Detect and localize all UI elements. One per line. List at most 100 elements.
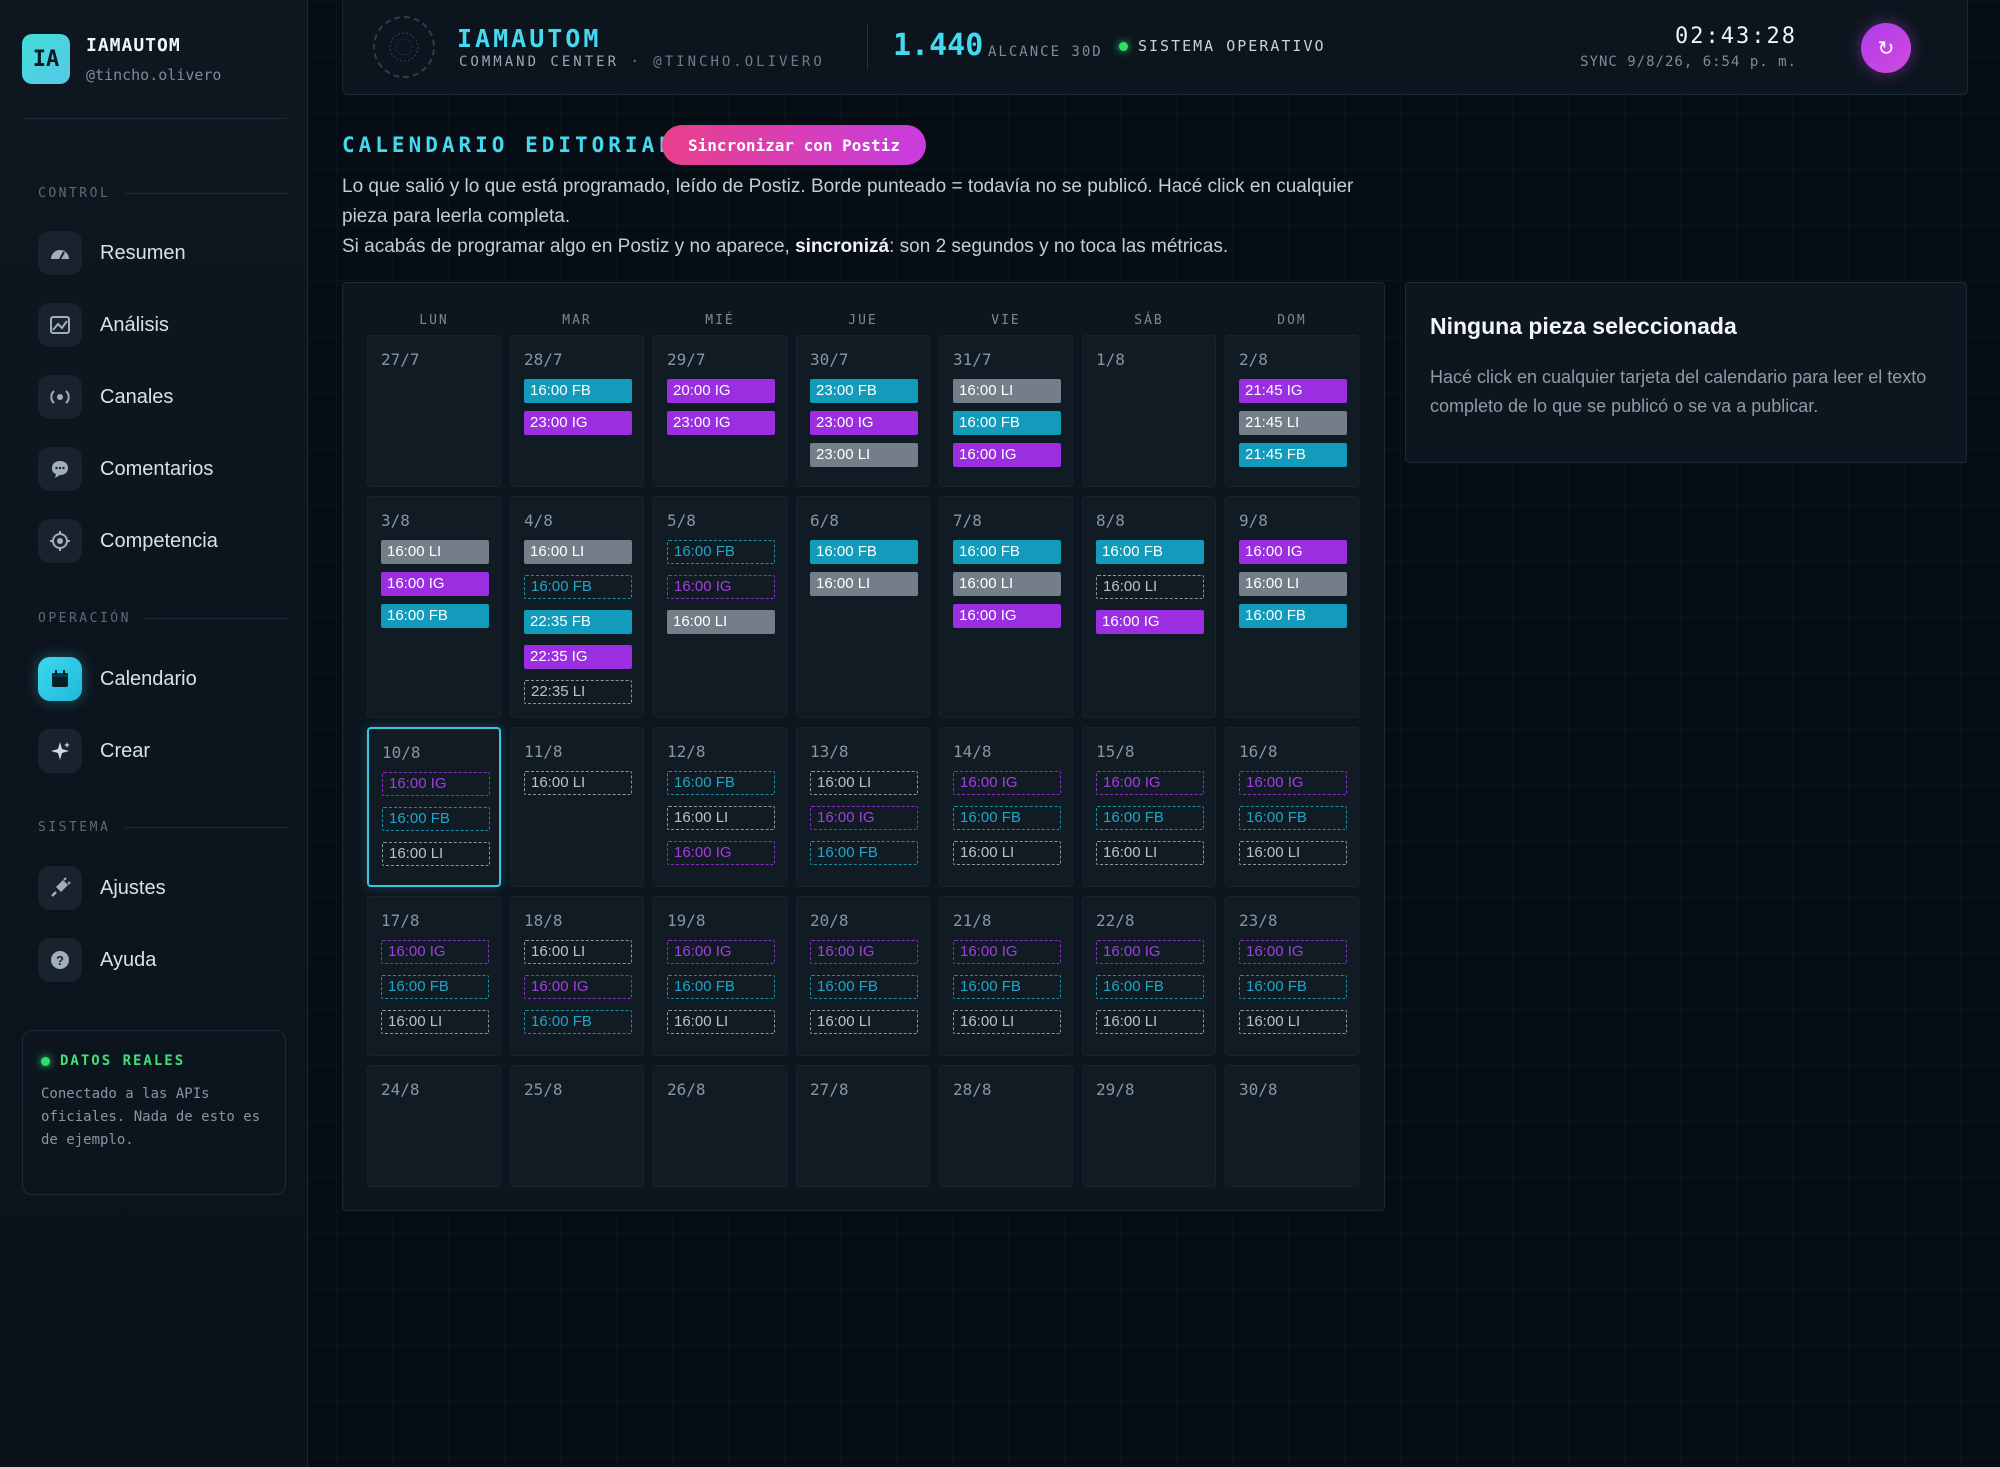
calendar-day[interactable]: 9/8 16:00 IG 16:00 LI 16:00 FB — [1225, 496, 1359, 718]
calendar-day[interactable]: 2/8 21:45 IG 21:45 LI 21:45 FB — [1225, 335, 1359, 487]
post-chip-li[interactable]: 16:00 LI — [953, 1010, 1061, 1034]
post-chip-fb[interactable]: 23:00 FB — [810, 379, 918, 403]
post-chip-ig[interactable]: 16:00 IG — [1096, 610, 1204, 634]
sync-postiz-button[interactable]: Sincronizar con Postiz — [662, 125, 926, 165]
post-chip-ig[interactable]: 16:00 IG — [953, 940, 1061, 964]
post-chip-li[interactable]: 16:00 LI — [1239, 572, 1347, 596]
post-chip-li[interactable]: 22:35 LI — [524, 680, 632, 704]
sidebar-item-analisis[interactable]: Análisis — [38, 302, 278, 348]
post-chip-li[interactable]: 16:00 LI — [382, 842, 490, 866]
post-chip-ig[interactable]: 16:00 IG — [953, 443, 1061, 467]
post-chip-li[interactable]: 21:45 LI — [1239, 411, 1347, 435]
post-chip-fb[interactable]: 22:35 FB — [524, 610, 632, 634]
sidebar-item-crear[interactable]: Crear — [38, 728, 278, 774]
post-chip-ig[interactable]: 16:00 IG — [810, 940, 918, 964]
post-chip-li[interactable]: 16:00 LI — [524, 771, 632, 795]
calendar-day[interactable]: 30/7 23:00 FB 23:00 IG 23:00 LI — [796, 335, 930, 487]
post-chip-li[interactable]: 16:00 LI — [1096, 575, 1204, 599]
post-chip-li[interactable]: 16:00 LI — [953, 841, 1061, 865]
calendar-day[interactable]: 19/8 16:00 IG 16:00 FB 16:00 LI — [653, 896, 787, 1056]
calendar-day[interactable]: 12/8 16:00 FB 16:00 LI 16:00 IG — [653, 727, 787, 887]
post-chip-fb[interactable]: 16:00 FB — [667, 975, 775, 999]
post-chip-ig[interactable]: 16:00 IG — [953, 604, 1061, 628]
post-chip-ig[interactable]: 16:00 IG — [1239, 940, 1347, 964]
post-chip-li[interactable]: 16:00 LI — [1239, 1010, 1347, 1034]
calendar-day[interactable]: 6/8 16:00 FB 16:00 LI — [796, 496, 930, 718]
sidebar-item-canales[interactable]: Canales — [38, 374, 278, 420]
post-chip-fb[interactable]: 16:00 FB — [953, 411, 1061, 435]
post-chip-li[interactable]: 16:00 LI — [381, 540, 489, 564]
post-chip-ig[interactable]: 20:00 IG — [667, 379, 775, 403]
post-chip-ig[interactable]: 16:00 IG — [667, 575, 775, 599]
post-chip-fb[interactable]: 16:00 FB — [810, 975, 918, 999]
post-chip-fb[interactable]: 21:45 FB — [1239, 443, 1347, 467]
post-chip-fb[interactable]: 16:00 FB — [810, 841, 918, 865]
post-chip-li[interactable]: 16:00 LI — [524, 940, 632, 964]
calendar-day[interactable]: 20/8 16:00 IG 16:00 FB 16:00 LI — [796, 896, 930, 1056]
brand[interactable]: IA IAMAUTOM @tincho.olivero — [22, 34, 221, 84]
calendar-day[interactable]: 30/8 — [1225, 1065, 1359, 1187]
calendar-day[interactable]: 13/8 16:00 LI 16:00 IG 16:00 FB — [796, 727, 930, 887]
post-chip-fb[interactable]: 16:00 FB — [953, 975, 1061, 999]
post-chip-fb[interactable]: 16:00 FB — [524, 1010, 632, 1034]
calendar-day[interactable]: 28/8 — [939, 1065, 1073, 1187]
calendar-day[interactable]: 23/8 16:00 IG 16:00 FB 16:00 LI — [1225, 896, 1359, 1056]
post-chip-fb[interactable]: 16:00 FB — [1096, 975, 1204, 999]
calendar-day[interactable]: 31/7 16:00 LI 16:00 FB 16:00 IG — [939, 335, 1073, 487]
calendar-day[interactable]: 4/8 16:00 LI 16:00 FB 22:35 FB 22:35 IG 22:35… — [510, 496, 644, 718]
post-chip-ig[interactable]: 16:00 IG — [810, 806, 918, 830]
post-chip-ig[interactable]: 23:00 IG — [810, 411, 918, 435]
calendar-day[interactable]: 17/8 16:00 IG 16:00 FB 16:00 LI — [367, 896, 501, 1056]
calendar-day[interactable]: 27/7 — [367, 335, 501, 487]
calendar-day[interactable]: 27/8 — [796, 1065, 930, 1187]
post-chip-ig[interactable]: 16:00 IG — [667, 940, 775, 964]
calendar-day[interactable]: 1/8 — [1082, 335, 1216, 487]
calendar-day[interactable]: 29/7 20:00 IG 23:00 IG — [653, 335, 787, 487]
post-chip-ig[interactable]: 16:00 IG — [381, 572, 489, 596]
post-chip-li[interactable]: 16:00 LI — [810, 572, 918, 596]
sidebar-item-resumen[interactable]: Resumen — [38, 230, 278, 276]
post-chip-li[interactable]: 16:00 LI — [524, 540, 632, 564]
post-chip-ig[interactable]: 23:00 IG — [667, 411, 775, 435]
post-chip-ig[interactable]: 16:00 IG — [1239, 540, 1347, 564]
post-chip-ig[interactable]: 16:00 IG — [667, 841, 775, 865]
calendar-day[interactable]: 14/8 16:00 IG 16:00 FB 16:00 LI — [939, 727, 1073, 887]
post-chip-li[interactable]: 16:00 LI — [1096, 1010, 1204, 1034]
post-chip-ig[interactable]: 16:00 IG — [953, 771, 1061, 795]
calendar-day[interactable]: 5/8 16:00 FB 16:00 IG 16:00 LI — [653, 496, 787, 718]
post-chip-fb[interactable]: 16:00 FB — [1096, 540, 1204, 564]
calendar-day-today[interactable]: 10/8 16:00 IG 16:00 FB 16:00 LI — [367, 727, 501, 887]
calendar-day[interactable]: 22/8 16:00 IG 16:00 FB 16:00 LI — [1082, 896, 1216, 1056]
post-chip-ig[interactable]: 23:00 IG — [524, 411, 632, 435]
calendar-day[interactable]: 25/8 — [510, 1065, 644, 1187]
refresh-button[interactable]: ↻ — [1861, 23, 1911, 73]
sidebar-item-calendario[interactable]: Calendario — [38, 656, 278, 702]
post-chip-ig[interactable]: 22:35 IG — [524, 645, 632, 669]
post-chip-ig[interactable]: 16:00 IG — [1239, 771, 1347, 795]
calendar-day[interactable]: 11/8 16:00 LI — [510, 727, 644, 887]
post-chip-fb[interactable]: 16:00 FB — [953, 806, 1061, 830]
post-chip-li[interactable]: 23:00 LI — [810, 443, 918, 467]
calendar-day[interactable]: 26/8 — [653, 1065, 787, 1187]
post-chip-fb[interactable]: 16:00 FB — [524, 379, 632, 403]
post-chip-fb[interactable]: 16:00 FB — [667, 771, 775, 795]
post-chip-fb[interactable]: 16:00 FB — [1096, 806, 1204, 830]
calendar-day[interactable]: 16/8 16:00 IG 16:00 FB 16:00 LI — [1225, 727, 1359, 887]
sidebar-item-competencia[interactable]: Competencia — [38, 518, 278, 564]
post-chip-fb[interactable]: 16:00 FB — [810, 540, 918, 564]
post-chip-fb[interactable]: 16:00 FB — [667, 540, 775, 564]
post-chip-ig[interactable]: 21:45 IG — [1239, 379, 1347, 403]
post-chip-fb[interactable]: 16:00 FB — [1239, 806, 1347, 830]
post-chip-li[interactable]: 16:00 LI — [667, 1010, 775, 1034]
post-chip-li[interactable]: 16:00 LI — [1239, 841, 1347, 865]
post-chip-fb[interactable]: 16:00 FB — [1239, 604, 1347, 628]
post-chip-li[interactable]: 16:00 LI — [667, 610, 775, 634]
post-chip-li[interactable]: 16:00 LI — [953, 572, 1061, 596]
calendar-day[interactable]: 29/8 — [1082, 1065, 1216, 1187]
post-chip-fb[interactable]: 16:00 FB — [381, 604, 489, 628]
post-chip-fb[interactable]: 16:00 FB — [382, 807, 490, 831]
post-chip-li[interactable]: 16:00 LI — [1096, 841, 1204, 865]
post-chip-ig[interactable]: 16:00 IG — [524, 975, 632, 999]
post-chip-ig[interactable]: 16:00 IG — [381, 940, 489, 964]
sidebar-item-comentarios[interactable]: Comentarios — [38, 446, 278, 492]
